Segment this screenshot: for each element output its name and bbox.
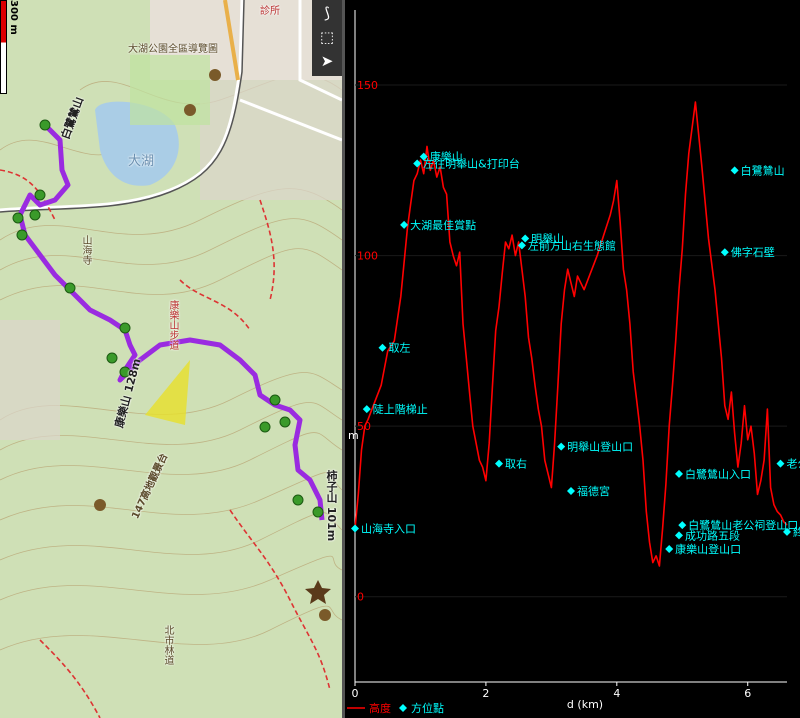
waypoint-label: 左前方山右生態館 [528,238,616,252]
x-tick-label: 6 [744,687,751,700]
y-axis-label: m [348,429,359,442]
elevation-profile-panel[interactable]: 0 50 100 150 0 2 4 6 山海寺入口 陡上階梯止 取左 大湖最佳賞點 康樂山 左往明舉山… [345,0,800,718]
map-label-clinic: 診所 [260,6,280,17]
y-tick-label: 150 [357,79,378,92]
legend-label-elevation: 高度 [369,701,391,715]
waypoint-marker [678,521,687,530]
waypoint-marker [776,459,785,468]
map-label-shanhai: 山海寺 [80,235,91,265]
waypoint-label: 成功路五段 [685,528,740,542]
waypoint-label: 取左 [388,342,410,355]
waypoint-label: 明舉山登山口 [567,440,633,454]
map-label-peak101: 柿子山 101m [325,470,338,542]
waypoint-label: 白鷺鷥山入口 [685,467,751,481]
waypoint-label: 白鷺鷥山 [741,163,785,177]
legend-label-waypoint: 方位點 [411,701,444,715]
compass-icon[interactable]: ➤ [315,50,339,72]
waypoint-label: 大湖最佳賞點 [410,218,476,232]
waypoint-marker [720,248,729,257]
waypoint-marker [362,405,371,414]
y-tick-label: 0 [357,591,364,604]
waypoint-label: 老公 [786,458,800,471]
waypoint-marker [495,459,503,468]
waypoint-marker [378,343,387,352]
waypoint-marker [675,469,683,478]
x-tick-label: 0 [352,687,359,700]
waypoint-label: 左往明舉山&打印台 [423,157,520,171]
scale-label: 300 m [8,0,19,35]
y-tick-label: 100 [357,250,378,263]
x-tick-label: 2 [482,687,489,700]
map-label-big-lake: 大湖 [128,154,155,169]
scale-bar-graphic [0,0,7,94]
map-label-trail: 康樂山步道 [167,300,178,350]
waypoint-label: 陡上階梯止 [373,402,428,416]
waypoint-label: 福德宮 [577,484,610,498]
waypoint-marker [351,524,359,533]
elevation-chart: 0501001500 2 4 6 山海寺入口陡上階梯止取左大湖最佳賞點康樂山左往明舉山… [347,10,800,715]
x-axis-label: d (km) [567,698,603,711]
select-area-icon[interactable]: ⬚ [315,26,339,48]
waypoint-marker [557,442,566,451]
waypoint-label: 取右 [505,457,527,471]
map-view[interactable]: 300 m ⟆ ⬚ ➤ 大湖公園全區導覽圖 大湖 白鷺鷥山 山海寺 康樂山步道 … [0,0,342,718]
waypoint-marker [567,486,575,495]
elevation-line [354,101,788,567]
waypoint-label: 終 [793,525,800,539]
map-terrain[interactable] [0,0,342,718]
map-scale-bar: 300 m [0,0,19,94]
map-label-lake-park: 大湖公園全區導覽圖 [128,44,218,55]
route-icon[interactable]: ⟆ [315,2,339,24]
map-label-road: 北市林道 [162,625,173,665]
waypoint-marker [675,531,683,540]
chart-legend: 高度 方位點 [347,701,444,715]
waypoint-label: 山海寺入口 [361,521,416,535]
waypoint-marker [730,166,739,175]
waypoint-label: 康樂山登山口 [675,542,741,556]
x-tick-label: 4 [613,687,620,700]
waypoint-label: 佛字石壁 [731,245,775,259]
map-toolbar: ⟆ ⬚ ➤ [312,0,342,76]
waypoint-markers: 山海寺入口陡上階梯止取左大湖最佳賞點康樂山左往明舉山&打印台取右明舉山左前方山右… [351,150,800,556]
legend-diamond-swatch [399,704,407,712]
chart-axes [354,10,787,683]
waypoint-marker [665,544,674,553]
